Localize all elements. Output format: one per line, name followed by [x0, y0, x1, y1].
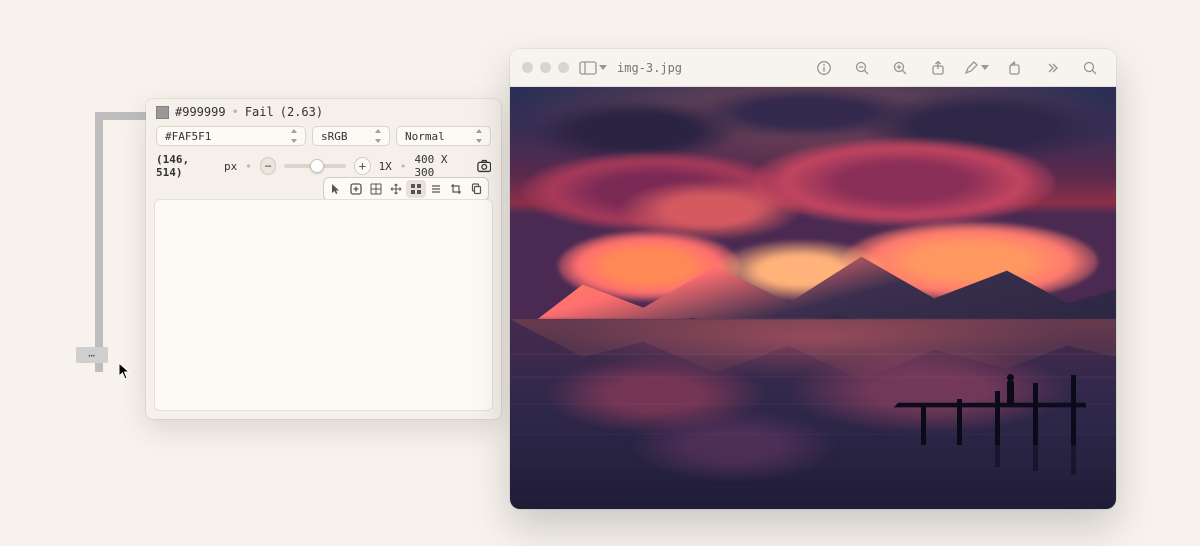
- search-button[interactable]: [1076, 56, 1104, 80]
- window-traffic-lights[interactable]: [522, 62, 569, 73]
- crop-tool[interactable]: [446, 180, 466, 198]
- separator-dot: •: [400, 160, 407, 173]
- coordinates-value: (146, 514): [156, 153, 216, 179]
- zoom-in-button[interactable]: +: [354, 157, 371, 175]
- separator-dot: •: [232, 105, 239, 119]
- zoom-out-toolbar-button[interactable]: [848, 56, 876, 80]
- add-tool[interactable]: [346, 180, 366, 198]
- contrast-ratio: (2.63): [280, 105, 323, 119]
- chevron-down-icon: [981, 65, 989, 70]
- sampled-hex-label: #999999: [175, 105, 226, 119]
- quad-view-tool[interactable]: [406, 180, 426, 198]
- copy-tool[interactable]: [466, 180, 486, 198]
- zoom-traffic-light[interactable]: [558, 62, 569, 73]
- close-traffic-light[interactable]: [522, 62, 533, 73]
- sampled-color-swatch[interactable]: [156, 106, 169, 119]
- chevron-down-icon: [599, 65, 607, 70]
- blend-mode-select[interactable]: Normal: [396, 126, 491, 146]
- zoom-out-button[interactable]: −: [260, 157, 277, 175]
- preview-window: img-3.jpg: [510, 49, 1116, 509]
- list-tool[interactable]: [426, 180, 446, 198]
- color-value-text: #FAF5F1: [165, 130, 211, 143]
- info-button[interactable]: [810, 56, 838, 80]
- picker-canvas-area[interactable]: [154, 199, 493, 411]
- color-space-select[interactable]: sRGB: [312, 126, 390, 146]
- preview-image-area[interactable]: [510, 87, 1116, 509]
- camera-icon[interactable]: [477, 159, 492, 173]
- zoom-level-label: 1X: [379, 160, 392, 173]
- rotate-button[interactable]: [1000, 56, 1028, 80]
- preview-titlebar: img-3.jpg: [510, 49, 1116, 87]
- coordinates-unit: px: [224, 160, 237, 173]
- picker-tool-strip: [323, 177, 489, 201]
- zoom-slider-thumb[interactable]: [310, 159, 324, 173]
- dock-silhouette: [866, 359, 1086, 449]
- color-picker-panel: #999999 • Fail (2.63) #FAF5F1 sRGB Norma…: [146, 99, 501, 419]
- updown-icon: [474, 129, 484, 143]
- background-tab-ellipsis[interactable]: ⋯: [76, 347, 108, 363]
- color-space-text: sRGB: [321, 130, 348, 143]
- updown-icon: [373, 129, 383, 143]
- preview-filename: img-3.jpg: [617, 61, 682, 75]
- updown-icon: [289, 129, 299, 143]
- pointer-tool[interactable]: [326, 180, 346, 198]
- zoom-in-toolbar-button[interactable]: [886, 56, 914, 80]
- zoom-slider[interactable]: [284, 164, 346, 168]
- minimize-traffic-light[interactable]: [540, 62, 551, 73]
- toolbar-overflow-button[interactable]: [1038, 56, 1066, 80]
- sunset-lake-photo: [510, 87, 1116, 509]
- person-silhouette: [1007, 380, 1014, 404]
- sidebar-toggle-button[interactable]: [579, 56, 607, 80]
- grid-tool[interactable]: [366, 180, 386, 198]
- picker-selects-row: #FAF5F1 sRGB Normal: [146, 123, 501, 149]
- blend-mode-text: Normal: [405, 130, 445, 143]
- contrast-status: Fail: [245, 105, 274, 119]
- separator-dot: •: [245, 160, 252, 173]
- color-value-select[interactable]: #FAF5F1: [156, 126, 306, 146]
- move-tool[interactable]: [386, 180, 406, 198]
- share-button[interactable]: [924, 56, 952, 80]
- picker-header: #999999 • Fail (2.63): [146, 99, 501, 123]
- canvas-dimensions: 400 X 300: [414, 153, 468, 179]
- markup-button[interactable]: [962, 56, 990, 80]
